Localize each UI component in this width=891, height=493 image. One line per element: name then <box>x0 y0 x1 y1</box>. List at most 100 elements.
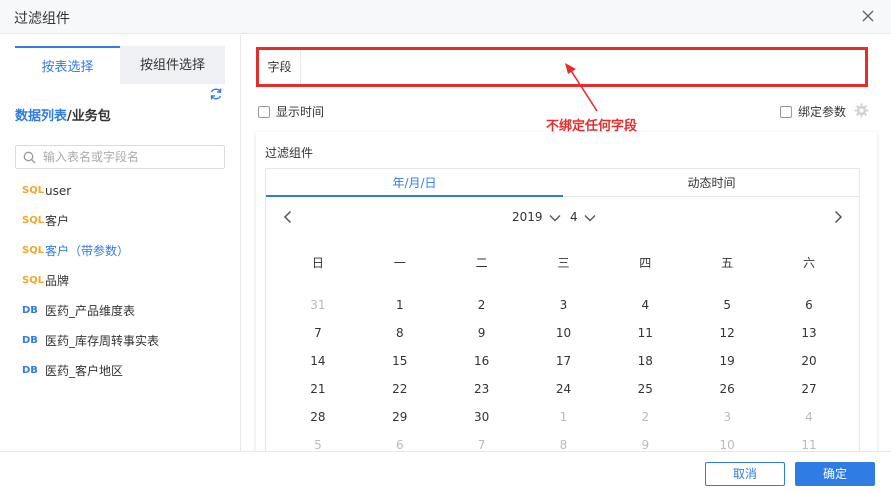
calendar-day[interactable]: 4 <box>768 403 850 431</box>
db-icon: DB <box>22 335 38 346</box>
chevron-left-icon[interactable] <box>280 209 296 225</box>
table-item-label: 医药_库存周转事实表 <box>45 334 160 348</box>
calendar-day[interactable]: 7 <box>277 319 359 347</box>
table-item-pharma-product-dim[interactable]: DB 医药_产品维度表 <box>15 296 230 326</box>
calendar-week-row: 21 22 23 24 25 26 27 <box>277 375 850 403</box>
show-time-label: 显示时间 <box>276 105 325 119</box>
sql-icon: SQL <box>22 275 45 286</box>
left-panel: 按表选择 按组件选择 数据列表/业务包 SQLuser SQL客户 SQL客户（… <box>0 35 241 451</box>
table-item-pharma-inventory-fact[interactable]: DB 医药_库存周转事实表 <box>15 326 230 356</box>
table-item-customer[interactable]: SQL 客户 <box>15 206 230 236</box>
tab-by-component[interactable]: 按组件选择 <box>120 46 225 84</box>
search-icon <box>23 151 36 164</box>
sql-icon: SQL <box>22 185 45 196</box>
month-select[interactable]: 4 <box>570 207 596 227</box>
tab-year-month-day[interactable]: 年/月/日 <box>266 169 563 197</box>
calendar-day[interactable]: 17 <box>523 347 605 375</box>
weekday-label: 二 <box>475 256 488 270</box>
table-item-label: user <box>45 184 72 198</box>
calendar-grid: 日一二三四五六 31 1 2 3 4 5 6 7 8 9 10 11 12 13 14 15 16 17 18 19 20… <box>277 249 850 459</box>
search-input[interactable] <box>43 148 221 166</box>
table-item-label: 品牌 <box>45 274 70 288</box>
table-item-user[interactable]: SQL user <box>15 176 230 206</box>
calendar-day[interactable]: 14 <box>277 347 359 375</box>
calendar-day[interactable]: 9 <box>441 319 523 347</box>
bind-param-checkbox[interactable]: 绑定参数 <box>780 103 846 120</box>
checkbox-box <box>258 106 270 118</box>
preview-title: 过滤组件 <box>265 146 314 160</box>
refresh-icon[interactable] <box>209 87 223 101</box>
calendar-day[interactable]: 8 <box>359 319 441 347</box>
sql-icon: SQL <box>22 215 45 226</box>
tab-by-table[interactable]: 按表选择 <box>15 46 120 84</box>
chevron-down-icon <box>549 215 561 222</box>
calendar-day[interactable]: 20 <box>768 347 850 375</box>
dialog-footer: 取消 确定 <box>0 451 891 493</box>
calendar-week-row: 14 15 16 17 18 19 20 <box>277 347 850 375</box>
calendar-day[interactable]: 24 <box>523 375 605 403</box>
cancel-button[interactable]: 取消 <box>705 462 785 486</box>
right-panel: 字段 不绑定任何字段 显示时间 绑定参数 过滤组件 年/月/日 动态时间 201… <box>242 35 891 468</box>
calendar-day[interactable]: 16 <box>441 347 523 375</box>
sql-icon: SQL <box>22 245 45 256</box>
calendar-day[interactable]: 18 <box>604 347 686 375</box>
weekday-label: 四 <box>639 256 652 270</box>
calendar-day[interactable]: 3 <box>523 291 605 319</box>
weekday-label: 六 <box>802 256 815 270</box>
calendar-day[interactable]: 2 <box>604 403 686 431</box>
bind-param-label: 绑定参数 <box>798 105 847 119</box>
calendar-day[interactable]: 27 <box>768 375 850 403</box>
calendar-day[interactable]: 2 <box>441 291 523 319</box>
calendar-day[interactable]: 15 <box>359 347 441 375</box>
dialog-header: 过滤组件 <box>0 0 891 34</box>
calendar-day[interactable]: 31 <box>277 291 359 319</box>
filter-component-preview: 过滤组件 年/月/日 动态时间 2019 4 日一二三四五六 31 1 2 3 4 5 6 7 8… <box>256 132 877 468</box>
calendar-week-row: 28 29 30 1 2 3 4 <box>277 403 850 431</box>
weekday-label: 五 <box>721 256 734 270</box>
calendar-day[interactable]: 1 <box>359 291 441 319</box>
calendar-day[interactable]: 11 <box>604 319 686 347</box>
calendar-day[interactable]: 28 <box>277 403 359 431</box>
weekday-label: 三 <box>557 256 570 270</box>
year-select[interactable]: 2019 <box>512 207 561 227</box>
annotation-arrow-icon <box>565 63 598 112</box>
chevron-down-icon <box>584 215 596 222</box>
month-value: 4 <box>570 210 578 224</box>
field-label: 字段 <box>259 50 301 84</box>
table-item-pharma-customer-region[interactable]: DB 医药_客户地区 <box>15 356 230 386</box>
close-icon[interactable] <box>859 7 877 25</box>
calendar-day[interactable]: 21 <box>277 375 359 403</box>
calendar-day[interactable]: 25 <box>604 375 686 403</box>
table-item-label: 医药_产品维度表 <box>45 304 136 318</box>
show-time-checkbox[interactable]: 显示时间 <box>258 103 324 120</box>
gear-icon[interactable] <box>854 103 869 118</box>
calendar-day[interactable]: 4 <box>604 291 686 319</box>
table-search-box <box>15 145 225 169</box>
table-item-customer-with-params[interactable]: SQL 客户（带参数） <box>15 236 230 266</box>
dialog-title: 过滤组件 <box>14 11 70 27</box>
table-item-label: 客户（带参数） <box>45 244 130 258</box>
calendar-day[interactable]: 13 <box>768 319 850 347</box>
calendar-day[interactable]: 23 <box>441 375 523 403</box>
table-item-label: 医药_客户地区 <box>45 364 124 378</box>
calendar-day[interactable]: 3 <box>686 403 768 431</box>
calendar-day[interactable]: 30 <box>441 403 523 431</box>
table-list: SQL user SQL 客户 SQL 客户（带参数） SQL 品牌 DB 医药_产品维度… <box>15 176 230 386</box>
calendar-day[interactable]: 6 <box>768 291 850 319</box>
calendar-day[interactable]: 1 <box>523 403 605 431</box>
calendar-day[interactable]: 10 <box>523 319 605 347</box>
tab-dynamic-time[interactable]: 动态时间 <box>563 169 859 197</box>
calendar-day[interactable]: 22 <box>359 375 441 403</box>
chevron-right-icon[interactable] <box>830 209 846 225</box>
calendar-day[interactable]: 5 <box>686 291 768 319</box>
calendar-day[interactable]: 19 <box>686 347 768 375</box>
ok-button[interactable]: 确定 <box>795 462 875 486</box>
weekday-label: 日 <box>311 256 324 270</box>
table-item-brand[interactable]: SQL 品牌 <box>15 266 230 296</box>
calendar-day[interactable]: 26 <box>686 375 768 403</box>
calendar-day[interactable]: 12 <box>686 319 768 347</box>
db-icon: DB <box>22 305 38 316</box>
calendar-day[interactable]: 29 <box>359 403 441 431</box>
breadcrumb-data-list[interactable]: 数据列表 <box>15 109 67 124</box>
year-value: 2019 <box>512 210 543 224</box>
